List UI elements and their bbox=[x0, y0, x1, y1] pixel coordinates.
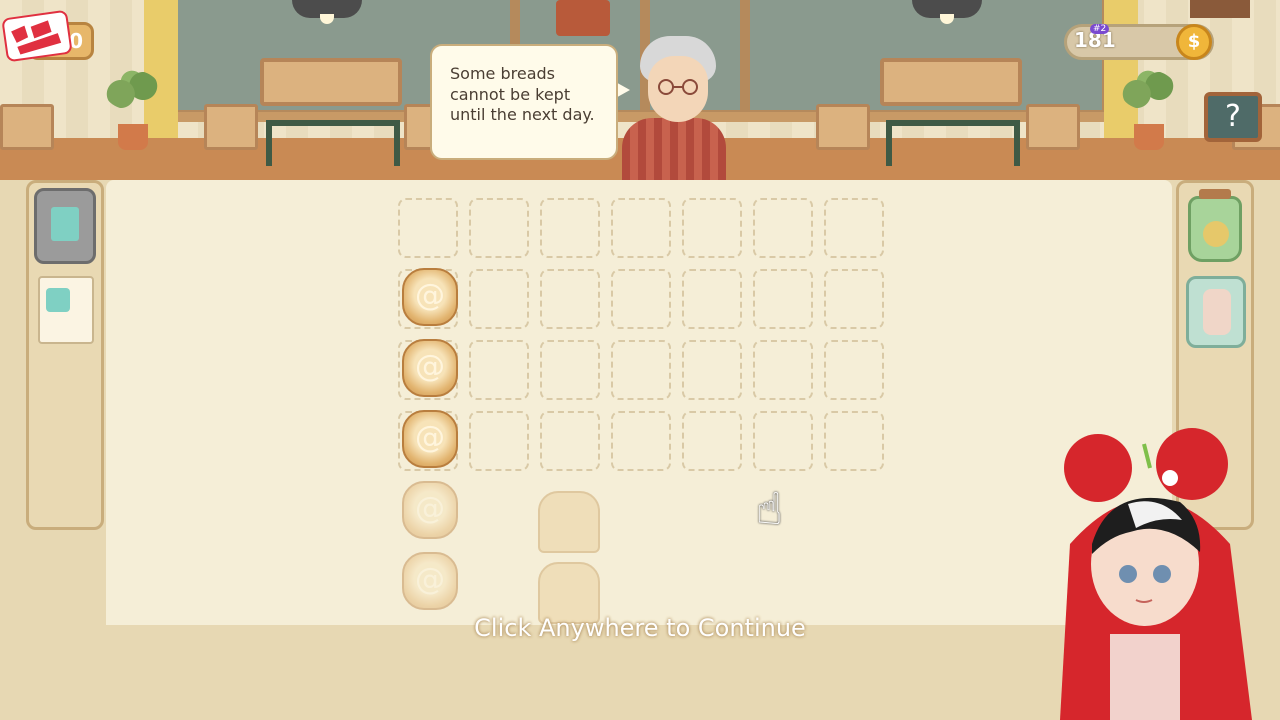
bread-slot bbox=[682, 340, 742, 400]
grandpa-shirt bbox=[622, 118, 726, 180]
bread-slot bbox=[824, 269, 884, 329]
potted-plant bbox=[104, 70, 160, 110]
cafe-table bbox=[260, 58, 402, 106]
wall-sign bbox=[556, 0, 610, 36]
bread-slot bbox=[824, 340, 884, 400]
bread-slot bbox=[753, 198, 813, 258]
speech-bubble: Some breads cannot be kept until the nex… bbox=[430, 44, 618, 160]
bread-slot bbox=[398, 198, 458, 258]
cafe-chair bbox=[816, 104, 870, 150]
streamer-avatar bbox=[1060, 428, 1252, 720]
channel-logo-art bbox=[11, 20, 62, 55]
cinnamon-roll-icon[interactable] bbox=[402, 339, 458, 397]
bread-slot bbox=[540, 411, 600, 471]
bread-slot bbox=[611, 198, 671, 258]
bread-slot bbox=[611, 269, 671, 329]
recipe-card-icon[interactable] bbox=[38, 276, 94, 344]
bread-slot bbox=[682, 269, 742, 329]
rank-badge: #2 bbox=[1090, 24, 1110, 34]
bread-slot bbox=[753, 411, 813, 471]
bread-slot bbox=[469, 269, 529, 329]
bread-bag-icon[interactable] bbox=[1186, 276, 1246, 348]
cafe-chair bbox=[1026, 104, 1080, 150]
bread-slot bbox=[753, 340, 813, 400]
bread-slot bbox=[611, 411, 671, 471]
bread-slot bbox=[824, 198, 884, 258]
bread-slot bbox=[540, 198, 600, 258]
channel-logo bbox=[1, 9, 73, 63]
cafe-table-legs bbox=[886, 120, 1020, 166]
cafe-table-legs bbox=[266, 120, 400, 166]
ceiling-lamp bbox=[292, 0, 362, 24]
cinnamon-roll-icon[interactable] bbox=[402, 481, 458, 539]
toast-bread-icon[interactable] bbox=[538, 491, 600, 553]
bread-slot bbox=[682, 198, 742, 258]
cafe-table bbox=[880, 58, 1022, 106]
bread-slot bbox=[469, 340, 529, 400]
coin-jar-icon[interactable] bbox=[1188, 189, 1242, 262]
cafe-chair bbox=[0, 104, 54, 150]
bookshelf bbox=[1190, 0, 1250, 18]
bread-slot bbox=[469, 198, 529, 258]
bread-slot bbox=[540, 269, 600, 329]
window-mullion bbox=[740, 0, 750, 118]
bread-slot bbox=[824, 411, 884, 471]
coin-icon: $ bbox=[1176, 24, 1212, 60]
cinnamon-roll-icon[interactable] bbox=[402, 268, 458, 326]
grandpa-glasses bbox=[658, 79, 698, 95]
fridge-icon[interactable] bbox=[34, 188, 96, 264]
plant-pot bbox=[118, 124, 148, 150]
cinnamon-roll-icon[interactable] bbox=[402, 410, 458, 468]
bread-slot bbox=[753, 269, 813, 329]
bread-slot bbox=[540, 340, 600, 400]
bread-slot bbox=[611, 340, 671, 400]
dialogue-text: Some breads cannot be kept until the nex… bbox=[450, 64, 595, 124]
potted-plant bbox=[1120, 70, 1176, 110]
plant-pot bbox=[1134, 124, 1164, 150]
cafe-chair bbox=[204, 104, 258, 150]
bread-slot bbox=[469, 411, 529, 471]
bread-slot bbox=[682, 411, 742, 471]
ceiling-lamp bbox=[912, 0, 982, 24]
help-button[interactable]: ? bbox=[1204, 92, 1262, 142]
pointing-hand-icon: ☝ bbox=[756, 484, 783, 535]
